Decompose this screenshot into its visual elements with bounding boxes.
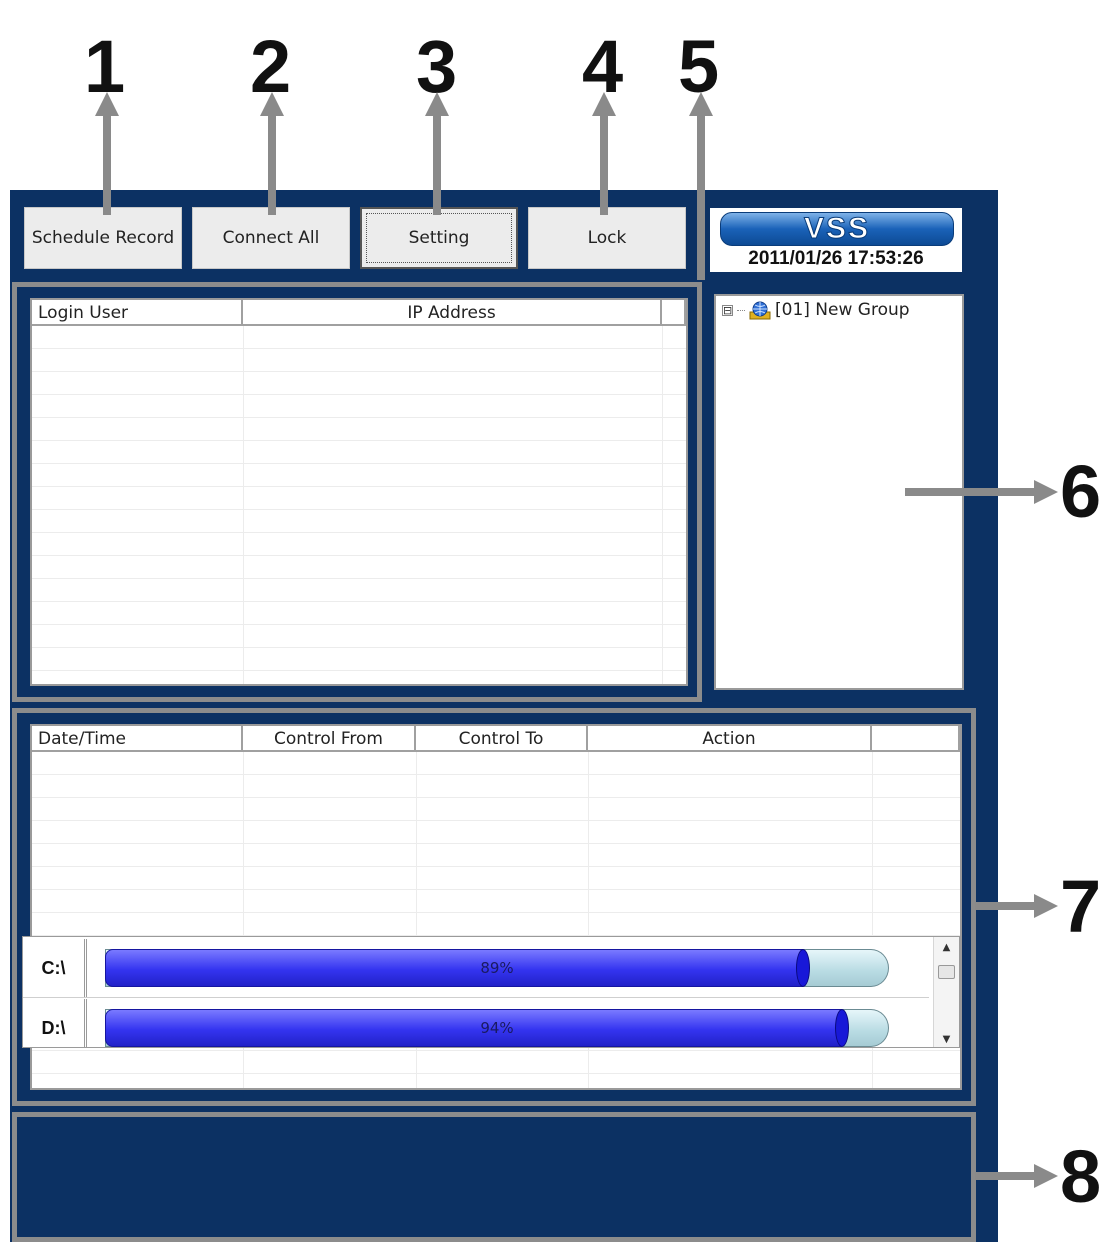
column-header-control-from[interactable]: Control From bbox=[243, 726, 416, 752]
lock-button[interactable]: Lock bbox=[528, 207, 686, 269]
row-separator bbox=[23, 997, 929, 998]
current-datetime: 2011/01/26 17:53:26 bbox=[748, 248, 924, 269]
column-header-date-time[interactable]: Date/Time bbox=[32, 726, 243, 752]
column-divider bbox=[662, 326, 663, 684]
callout-3: 3 bbox=[416, 25, 458, 108]
user-list-rows bbox=[32, 326, 686, 684]
column-header-filler bbox=[872, 726, 960, 752]
scroll-up-icon[interactable]: ▲ bbox=[934, 937, 959, 957]
setting-button[interactable]: Setting bbox=[360, 207, 518, 269]
drive-label-d: D:\ bbox=[23, 999, 87, 1047]
tree-item-label: [01] New Group bbox=[775, 300, 910, 320]
disk-usage-percent-c: 89% bbox=[480, 959, 514, 977]
column-header-control-to[interactable]: Control To bbox=[416, 726, 588, 752]
scroll-thumb[interactable] bbox=[938, 965, 955, 979]
globe-group-icon bbox=[749, 301, 771, 320]
connect-all-button[interactable]: Connect All bbox=[192, 207, 350, 269]
disk-usage-percent-d: 94% bbox=[480, 1019, 514, 1037]
drive-label-c: C:\ bbox=[23, 939, 87, 997]
device-group-tree[interactable]: ⊟ [01] New Group bbox=[714, 294, 964, 690]
callout-7: 7 bbox=[1060, 865, 1102, 948]
tree-connector bbox=[737, 309, 745, 311]
callout-8: 8 bbox=[1060, 1135, 1102, 1218]
disk-usage-panel[interactable]: C:\ 89% D:\ 94% ▲ ▼ bbox=[22, 936, 960, 1048]
callout-frame-disk-usage bbox=[12, 1112, 976, 1242]
minus-box-icon[interactable]: ⊟ bbox=[722, 304, 733, 316]
column-divider bbox=[243, 326, 244, 684]
column-header-ip-address[interactable]: IP Address bbox=[243, 300, 662, 326]
disk-row-d: D:\ 94% bbox=[23, 999, 929, 1047]
tree-item-new-group[interactable]: ⊟ [01] New Group bbox=[722, 300, 910, 320]
column-header-login-user[interactable]: Login User bbox=[32, 300, 243, 326]
login-user-list[interactable]: Login User IP Address bbox=[30, 298, 688, 686]
app-window: Schedule Record Connect All Setting Lock… bbox=[10, 190, 998, 1242]
callout-4: 4 bbox=[582, 25, 624, 108]
vss-logo-panel: VSS 2011/01/26 17:53:26 bbox=[710, 208, 962, 272]
disk-usage-bar-c: 89% bbox=[105, 949, 889, 987]
column-header-action[interactable]: Action bbox=[588, 726, 872, 752]
schedule-record-button[interactable]: Schedule Record bbox=[24, 207, 182, 269]
callout-6: 6 bbox=[1060, 450, 1102, 533]
vss-logo: VSS bbox=[720, 212, 954, 246]
scroll-down-icon[interactable]: ▼ bbox=[934, 1029, 959, 1047]
callout-1: 1 bbox=[84, 25, 126, 108]
disk-usage-bar-d: 94% bbox=[105, 1009, 889, 1047]
column-header-filler bbox=[662, 300, 686, 326]
disk-row-c: C:\ 89% bbox=[23, 939, 929, 997]
callout-2: 2 bbox=[250, 25, 292, 108]
disk-panel-scrollbar[interactable]: ▲ ▼ bbox=[933, 937, 959, 1047]
callout-5: 5 bbox=[678, 25, 720, 108]
